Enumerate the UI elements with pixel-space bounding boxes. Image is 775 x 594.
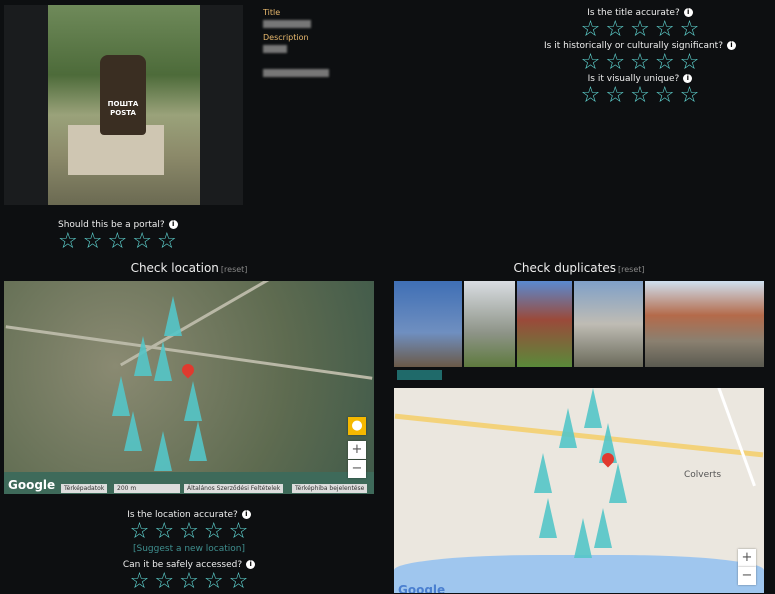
star-4[interactable]: ☆: [132, 230, 152, 254]
description-label: Description: [263, 33, 309, 42]
map-data-attribution[interactable]: Térképadatok: [61, 484, 108, 493]
star-4[interactable]: ☆: [655, 84, 675, 108]
star-3[interactable]: ☆: [179, 520, 199, 544]
stars-significant: ☆ ☆ ☆ ☆ ☆: [510, 51, 770, 75]
star-3[interactable]: ☆: [107, 230, 127, 254]
info-icon[interactable]: i: [246, 560, 256, 569]
terms-link[interactable]: Általános Szerződési Feltételek: [184, 484, 284, 493]
google-logo: Google: [8, 478, 56, 492]
metadata: Title Description: [263, 8, 329, 77]
duplicate-thumbnail-house[interactable]: [517, 281, 572, 367]
report-error-link[interactable]: Térképhiba bejelentése: [292, 484, 368, 493]
star-4[interactable]: ☆: [655, 51, 675, 75]
stars-unique: ☆ ☆ ☆ ☆ ☆: [510, 84, 770, 108]
star-2[interactable]: ☆: [605, 18, 625, 42]
star-4[interactable]: ☆: [204, 520, 224, 544]
check-duplicates-heading: Check duplicates [reset]: [513, 261, 645, 275]
duplicate-thumbnail-church[interactable]: [394, 281, 462, 367]
duplicate-thumbnail-fountain[interactable]: [574, 281, 643, 367]
photo-caption: ПОШТА POSTA: [107, 100, 139, 117]
star-5[interactable]: ☆: [229, 520, 249, 544]
stars-safe-access: ☆ ☆ ☆ ☆ ☆: [59, 570, 319, 594]
star-2[interactable]: ☆: [154, 570, 174, 594]
duplicate-thumbnail-station[interactable]: [645, 281, 764, 367]
star-2[interactable]: ☆: [154, 520, 174, 544]
star-1[interactable]: ☆: [581, 84, 601, 108]
rating-questions: Is the title accurate? i ☆ ☆ ☆ ☆ ☆ Is it hist…: [510, 8, 770, 108]
star-5[interactable]: ☆: [680, 51, 700, 75]
zoom-in-button[interactable]: +: [738, 549, 756, 567]
duplicates-map[interactable]: Colverts Google + −: [394, 388, 764, 593]
map-scale: 200 m: [114, 484, 180, 493]
zoom-out-button[interactable]: −: [738, 567, 756, 585]
star-1[interactable]: ☆: [581, 51, 601, 75]
star-3[interactable]: ☆: [630, 51, 650, 75]
stars-portal: ☆ ☆ ☆ ☆ ☆: [58, 230, 188, 254]
star-1[interactable]: ☆: [130, 570, 150, 594]
star-3[interactable]: ☆: [630, 18, 650, 42]
info-icon[interactable]: i: [168, 220, 178, 229]
portal-question: Should this be a portal? i ☆ ☆ ☆ ☆ ☆: [58, 220, 188, 254]
supporting-value-blurred: [263, 69, 329, 77]
star-4[interactable]: ☆: [655, 18, 675, 42]
star-2[interactable]: ☆: [605, 84, 625, 108]
star-5[interactable]: ☆: [680, 18, 700, 42]
info-icon[interactable]: i: [241, 510, 251, 519]
star-1[interactable]: ☆: [130, 520, 150, 544]
lake: [394, 555, 764, 593]
info-icon[interactable]: i: [683, 74, 693, 83]
star-5[interactable]: ☆: [680, 84, 700, 108]
photo-monument: [100, 55, 146, 135]
duplicate-scrollbar[interactable]: [397, 370, 442, 380]
candidate-photo: ПОШТА POSTA: [4, 5, 243, 205]
star-2[interactable]: ☆: [605, 51, 625, 75]
suggest-location-link[interactable]: [Suggest a new location]: [59, 544, 319, 554]
description-value-blurred: [263, 45, 287, 53]
star-1[interactable]: ☆: [58, 230, 78, 254]
photo-image[interactable]: ПОШТА POSTA: [48, 5, 200, 205]
star-1[interactable]: ☆: [581, 18, 601, 42]
star-4[interactable]: ☆: [204, 570, 224, 594]
info-icon[interactable]: i: [683, 8, 693, 17]
star-2[interactable]: ☆: [83, 230, 103, 254]
duplicate-thumbnail-statue[interactable]: [464, 281, 515, 367]
location-map-satellite[interactable]: Google Térképadatok 200 m Általános Szer…: [4, 281, 374, 494]
title-value-blurred: [263, 20, 311, 28]
check-location-heading: Check location [reset]: [130, 261, 248, 275]
location-reset-link[interactable]: [reset]: [221, 265, 248, 274]
star-3[interactable]: ☆: [179, 570, 199, 594]
star-3[interactable]: ☆: [630, 84, 650, 108]
star-5[interactable]: ☆: [229, 570, 249, 594]
title-label: Title: [263, 8, 281, 17]
street-label: Colverts: [684, 470, 722, 480]
duplicates-reset-link[interactable]: [reset]: [618, 265, 645, 274]
stars-title-accurate: ☆ ☆ ☆ ☆ ☆: [510, 18, 770, 42]
google-logo: Google: [398, 583, 446, 593]
star-5[interactable]: ☆: [157, 230, 177, 254]
street-view-pegman-icon[interactable]: ●: [348, 417, 366, 435]
location-pin-icon[interactable]: [179, 361, 197, 379]
info-icon[interactable]: i: [726, 41, 736, 50]
stars-location-accurate: ☆ ☆ ☆ ☆ ☆: [59, 520, 319, 544]
zoom-out-button[interactable]: −: [348, 460, 366, 478]
zoom-in-button[interactable]: +: [348, 441, 366, 459]
location-questions: Is the location accurate? i ☆ ☆ ☆ ☆ ☆ [Sugges…: [59, 510, 319, 594]
